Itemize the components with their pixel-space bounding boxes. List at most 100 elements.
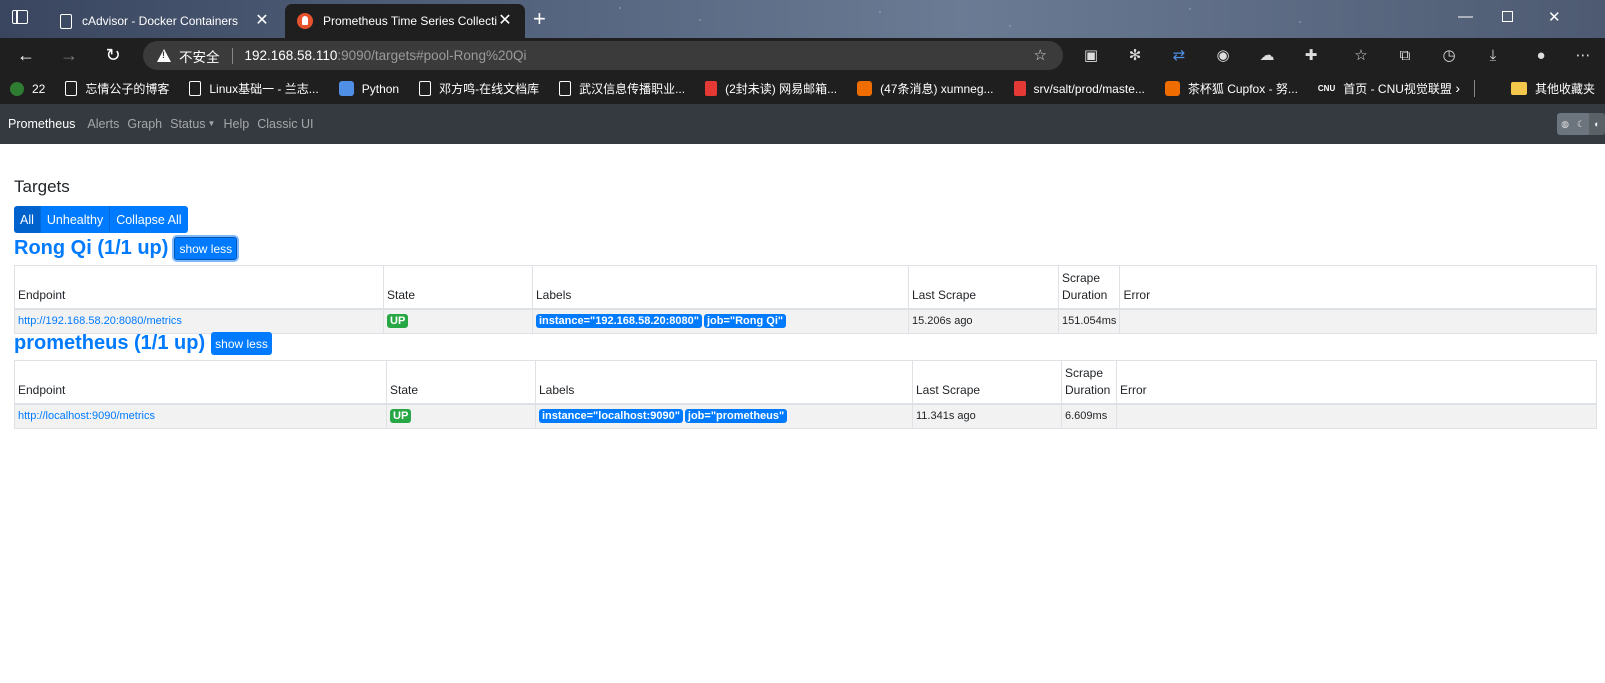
tab-actions-icon[interactable]: [12, 10, 28, 24]
extensions-puzzle-icon[interactable]: ✚: [1302, 47, 1320, 65]
brand-link[interactable]: Prometheus: [8, 117, 75, 131]
forward-icon[interactable]: →: [57, 44, 81, 66]
url-host: 192.168.58.110: [244, 48, 338, 63]
bookmark-item[interactable]: 茶杯狐 Cupfox - 努...: [1164, 80, 1298, 97]
warning-icon[interactable]: [157, 49, 171, 62]
other-bookmarks[interactable]: 其他收藏夹: [1510, 80, 1595, 97]
column-header: Endpoint: [14, 265, 384, 310]
table-row: http://192.168.58.20:8080/metrics UP ins…: [14, 308, 1597, 334]
column-header: Error: [1119, 265, 1597, 310]
bookmark-item[interactable]: CNU 首页 - CNU视觉联盟: [1318, 80, 1452, 97]
bookmark-label: 忘情公子的博客: [85, 82, 170, 96]
nav-classic-ui[interactable]: Classic UI: [257, 117, 313, 131]
extension-icon[interactable]: ⇄: [1170, 47, 1188, 65]
bookmark-item[interactable]: 邓方鸣-在线文档库: [419, 80, 539, 97]
bookmark-item[interactable]: Python: [338, 81, 400, 96]
endpoint-cell: http://192.168.58.20:8080/metrics: [14, 308, 384, 334]
add-favorite-icon[interactable]: ☆: [1034, 46, 1047, 64]
table-row: http://localhost:9090/metrics UP instanc…: [14, 403, 1597, 429]
favorites-icon[interactable]: ☆: [1352, 47, 1370, 65]
bookmark-label: (2封未读) 网易邮箱...: [725, 82, 838, 96]
bookmark-label: Python: [361, 81, 400, 96]
endpoint-link[interactable]: http://localhost:9090/metrics: [18, 410, 155, 422]
bookmark-label: 武汉信息传播职业...: [579, 82, 686, 96]
bookmarks-bar: 22 忘情公子的博客 Linux基础一 - 兰志... Python 邓方鸣-在…: [0, 73, 1605, 104]
pool-title[interactable]: prometheus (1/1 up): [14, 332, 205, 355]
theme-browser-icon[interactable]: ◐: [1589, 113, 1605, 135]
column-header: Scrape Duration: [1057, 265, 1121, 310]
bookmark-item[interactable]: (47条消息) xumneg...: [857, 80, 994, 97]
nav-alerts[interactable]: Alerts: [87, 117, 119, 131]
bookmark-label: srv/salt/prod/maste...: [1033, 81, 1145, 96]
back-icon[interactable]: ←: [14, 44, 38, 66]
endpoint-link[interactable]: http://192.168.58.20:8080/metrics: [18, 315, 182, 327]
close-window-icon[interactable]: ✕: [1548, 8, 1561, 26]
minimize-icon[interactable]: —: [1458, 8, 1473, 25]
show-less-button[interactable]: show less: [211, 332, 272, 355]
mail-icon: [705, 81, 718, 96]
extension-icon[interactable]: ▣: [1082, 47, 1100, 65]
extension-icon[interactable]: ✻: [1126, 47, 1144, 65]
column-header: Last Scrape: [908, 265, 1059, 310]
folder-icon: [1510, 82, 1527, 95]
column-header: Last Scrape: [912, 360, 1062, 405]
extension-icon[interactable]: ◉: [1214, 47, 1232, 65]
nav-help[interactable]: Help: [223, 117, 249, 131]
bookmark-item[interactable]: srv/salt/prod/maste...: [1013, 81, 1145, 96]
collapse-all-button[interactable]: Collapse All: [110, 206, 188, 233]
page-icon: [559, 81, 572, 96]
bookmark-label: 22: [32, 81, 46, 96]
state-cell: UP: [386, 403, 536, 429]
gitee-icon: [1013, 81, 1026, 96]
filter-unhealthy-button[interactable]: Unhealthy: [40, 206, 111, 233]
url-path: :9090/targets#pool-Rong%20Qi: [337, 48, 527, 63]
python-icon: [338, 81, 354, 96]
cupfox-icon: [1164, 81, 1180, 96]
cnu-icon: CNU: [1317, 84, 1336, 93]
prometheus-navbar: Prometheus Alerts Graph Status ▼ Help Cla…: [0, 104, 1605, 144]
new-tab-icon[interactable]: +: [533, 6, 546, 32]
filter-all-button[interactable]: All: [14, 206, 41, 233]
chevron-right-icon[interactable]: ›: [1455, 80, 1460, 96]
browser-toolbar: ← → ↻ 不安全 192.168.58.110:9090/targets#po…: [0, 38, 1605, 73]
state-cell: UP: [383, 308, 533, 334]
nav-status-label: Status: [170, 117, 206, 131]
downloads-icon[interactable]: ⤓: [1484, 47, 1502, 65]
security-label[interactable]: 不安全: [179, 46, 220, 66]
theme-toggle[interactable]: ◍ ☾ ◐: [1557, 113, 1605, 135]
bookmark-label: 首页 - CNU视觉联盟: [1343, 82, 1452, 96]
reload-icon[interactable]: ↻: [101, 44, 125, 66]
column-header: Labels: [535, 360, 913, 405]
bookmark-item[interactable]: 22: [10, 81, 46, 96]
column-header: Labels: [532, 265, 909, 310]
labels-cell: instance="192.168.58.20:8080" job="Rong Q…: [532, 308, 909, 334]
bookmark-item[interactable]: 武汉信息传播职业...: [559, 80, 685, 97]
column-header: Error: [1116, 360, 1597, 405]
nav-graph[interactable]: Graph: [127, 117, 162, 131]
profile-avatar[interactable]: ●: [1532, 47, 1550, 65]
column-header: State: [383, 265, 533, 310]
bookmark-item[interactable]: 忘情公子的博客: [65, 80, 169, 97]
bookmark-item[interactable]: Linux基础一 - 兰志...: [189, 80, 319, 97]
show-less-button[interactable]: show less: [174, 237, 238, 260]
extension-icon[interactable]: ☁: [1258, 47, 1276, 65]
address-bar[interactable]: 不安全 192.168.58.110:9090/targets#pool-Ron…: [143, 41, 1063, 70]
browser-tab-prometheus[interactable]: Prometheus Time Series Collection and Pr…: [285, 4, 525, 38]
bookmark-item[interactable]: (2封未读) 网易邮箱...: [705, 80, 837, 97]
label-badge: instance="localhost:9090": [539, 409, 683, 424]
tab-close-icon[interactable]: ✕: [254, 13, 270, 29]
nav-status[interactable]: Status ▼: [170, 117, 215, 131]
bookmark-icon: [10, 81, 24, 96]
theme-dark-icon[interactable]: ☾: [1573, 113, 1589, 135]
browser-tab-cadvisor[interactable]: cAdvisor - Docker Containers ✕: [46, 4, 282, 38]
csdn-icon: [857, 81, 873, 96]
more-menu-icon[interactable]: ⋯: [1574, 47, 1592, 65]
collections-icon[interactable]: ⧉: [1396, 47, 1414, 65]
pool-header: Rong Qi (1/1 up) show less: [14, 237, 238, 260]
history-icon[interactable]: ◷: [1440, 47, 1458, 65]
pool-title[interactable]: Rong Qi (1/1 up): [14, 237, 168, 260]
bookmark-label: 茶杯狐 Cupfox - 努...: [1187, 82, 1298, 96]
tab-close-icon[interactable]: ✕: [497, 13, 513, 29]
maximize-icon[interactable]: [1502, 11, 1513, 22]
theme-auto-icon[interactable]: ◍: [1557, 113, 1573, 135]
